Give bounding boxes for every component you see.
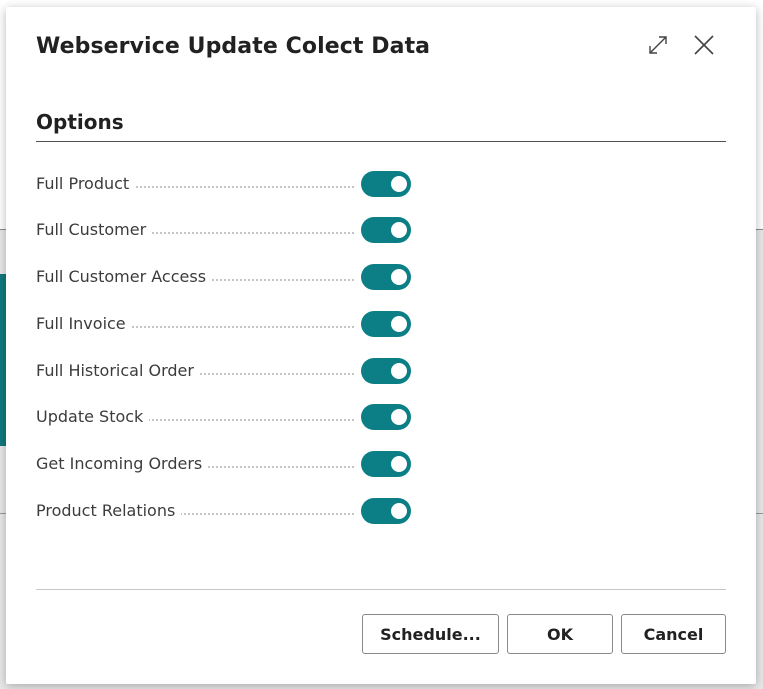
toggle-knob bbox=[391, 456, 407, 472]
option-label: Full Product bbox=[36, 174, 136, 193]
toggle-knob bbox=[391, 503, 407, 519]
option-label: Product Relations bbox=[36, 501, 182, 520]
toggle-full-customer-access[interactable] bbox=[361, 264, 411, 290]
schedule-button[interactable]: Schedule... bbox=[362, 614, 499, 654]
toggle-knob bbox=[391, 176, 407, 192]
option-label: Get Incoming Orders bbox=[36, 454, 209, 473]
section-title-options: Options bbox=[36, 110, 124, 134]
dialog-title: Webservice Update Colect Data bbox=[36, 34, 431, 59]
expand-button[interactable] bbox=[643, 30, 673, 60]
toggle-full-product[interactable] bbox=[361, 171, 411, 197]
section-divider bbox=[36, 141, 726, 142]
toggle-full-customer[interactable] bbox=[361, 217, 411, 243]
webservice-update-dialog: Webservice Update Colect Data Options Fu… bbox=[6, 7, 756, 684]
toggle-knob bbox=[391, 222, 407, 238]
option-row-full-invoice: Full Invoice bbox=[36, 309, 412, 339]
cancel-button[interactable]: Cancel bbox=[621, 614, 726, 654]
close-icon bbox=[694, 35, 714, 55]
option-row-full-product: Full Product bbox=[36, 169, 412, 199]
close-button[interactable] bbox=[689, 30, 719, 60]
toggle-knob bbox=[391, 269, 407, 285]
option-row-product-relations: Product Relations bbox=[36, 496, 412, 526]
option-label: Full Historical Order bbox=[36, 361, 200, 380]
toggle-get-incoming-orders[interactable] bbox=[361, 451, 411, 477]
toggle-update-stock[interactable] bbox=[361, 404, 411, 430]
ok-button[interactable]: OK bbox=[507, 614, 613, 654]
toggle-knob bbox=[391, 363, 407, 379]
toggle-knob bbox=[391, 316, 407, 332]
toggle-knob bbox=[391, 409, 407, 425]
toggle-product-relations[interactable] bbox=[361, 498, 411, 524]
toggle-full-invoice[interactable] bbox=[361, 311, 411, 337]
toggle-full-historical-order[interactable] bbox=[361, 358, 411, 384]
option-row-update-stock: Update Stock bbox=[36, 402, 412, 432]
option-row-full-customer: Full Customer bbox=[36, 215, 412, 245]
option-label: Update Stock bbox=[36, 407, 150, 426]
footer-divider bbox=[36, 589, 726, 590]
option-row-get-incoming-orders: Get Incoming Orders bbox=[36, 449, 412, 479]
option-label: Full Customer bbox=[36, 220, 153, 239]
option-row-full-customer-access: Full Customer Access bbox=[36, 262, 412, 292]
expand-icon bbox=[649, 36, 667, 54]
option-row-full-historical-order: Full Historical Order bbox=[36, 356, 412, 386]
option-label: Full Invoice bbox=[36, 314, 132, 333]
option-label: Full Customer Access bbox=[36, 267, 213, 286]
